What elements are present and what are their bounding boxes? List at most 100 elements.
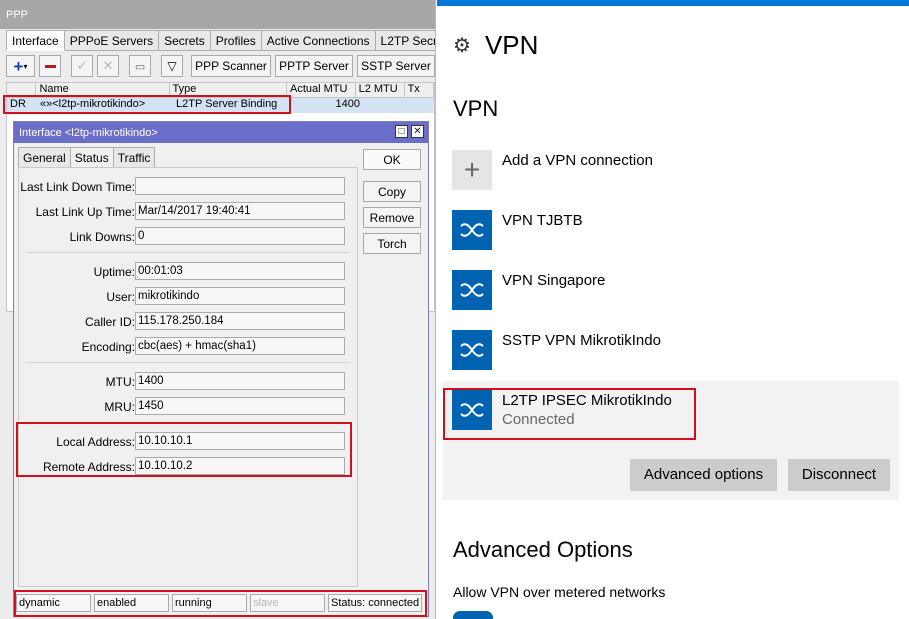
interface-dialog: Interface <l2tp-mikrotikindo> □ ✕ Genera… [13,121,429,617]
vpn-name: VPN TJBTB [502,212,583,229]
check-icon: ✓ [76,58,88,73]
row-l2-mtu [363,98,413,113]
encoding-row: Encoding: cbc(aes) + hmac(sha1) [19,337,359,355]
filter-button[interactable]: ▽ [161,55,184,77]
last-link-down-label: Last Link Down Time: [20,180,135,194]
filter-icon: ▽ [167,59,177,73]
advanced-options-button[interactable]: Advanced options [630,459,777,491]
link-downs-field: 0 [135,227,345,245]
remove-dialog-button[interactable]: Remove [363,207,421,228]
highlight-status-bar [14,590,427,617]
mru-label: MRU: [104,400,135,414]
copy-button[interactable]: Copy [363,181,421,202]
page-title-text: VPN [484,30,539,60]
last-link-up-row: Last Link Up Time: Mar/14/2017 19:40:41 [19,202,359,220]
status-panel: Last Link Down Time: Last Link Up Time: … [18,167,358,587]
mru-row: MRU: 1450 [19,397,359,415]
tab-status[interactable]: Status [70,147,114,168]
section-heading: VPN [453,96,499,121]
caller-id-label: Caller ID: [84,315,135,329]
ppp-toolbar: + ▾ ✓ ✕ ▭ ▽ PPP Scanner PPTP Server SSTP … [6,52,435,80]
vpn-item-sstp[interactable]: SSTP VPN MikrotikIndo [452,330,661,370]
last-link-down-field [135,177,345,195]
comment-button[interactable]: ▭ [129,55,152,77]
add-vpn-connection[interactable]: + Add a VPN connection [452,150,653,190]
dialog-title: Interface <l2tp-mikrotikindo> □ ✕ [14,122,428,143]
col-tx[interactable]: Tx [405,83,435,97]
highlight-addresses [16,422,352,477]
plus-icon: + [13,56,24,76]
ppp-tabs: Interface PPPoE Servers Secrets Profiles… [6,30,435,51]
dialog-tabs: General Status Traffic [18,147,156,168]
user-field: mikrotikindo [135,287,345,305]
link-downs-row: Link Downs: 0 [19,227,359,245]
tab-pppoe-servers[interactable]: PPPoE Servers [64,30,160,51]
close-icon[interactable]: ✕ [411,125,424,138]
cross-icon: ✕ [102,58,114,73]
disable-button[interactable]: ✕ [97,55,120,77]
tab-active-connections[interactable]: Active Connections [261,30,376,51]
tab-interface[interactable]: Interface [6,30,65,51]
row-actual-mtu: 1400 [335,98,360,110]
col-actual-mtu[interactable]: Actual MTU [287,83,356,97]
tab-secrets[interactable]: Secrets [159,30,211,51]
ppp-scanner-button[interactable]: PPP Scanner [191,55,271,77]
add-button[interactable]: + ▾ [6,55,36,77]
metered-toggle[interactable] [453,611,493,619]
link-downs-label: Link Downs: [69,230,135,244]
dialog-title-text: Interface <l2tp-mikrotikindo> [19,127,158,139]
mtu-field: 1400 [135,372,345,390]
ppp-title: PPP [0,0,435,29]
maximize-icon[interactable]: □ [395,125,408,138]
col-l2-mtu[interactable]: L2 MTU [356,83,405,97]
pptp-server-button[interactable]: PPTP Server [274,55,353,77]
metered-networks-label: Allow VPN over metered networks [453,584,666,600]
last-link-up-label: Last Link Up Time: [35,205,135,219]
encoding-label: Encoding: [81,340,135,354]
plus-icon: + [452,150,492,190]
vpn-name: VPN Singapore [502,272,606,289]
vpn-icon [452,210,492,250]
accent-bar [437,0,909,6]
ppp-window: PPP Interface PPPoE Servers Secrets Prof… [0,0,436,619]
last-link-up-field: Mar/14/2017 19:40:41 [135,202,345,220]
remove-button[interactable] [39,55,62,77]
vpn-settings: ⚙ VPN VPN + Add a VPN connection VPN TJB… [437,0,909,619]
user-row: User: mikrotikindo [19,287,359,305]
vpn-item-tjbtb[interactable]: VPN TJBTB [452,210,583,250]
uptime-row: Uptime: 00:01:03 [19,262,359,280]
highlight-connected-vpn [443,388,696,440]
vpn-item-singapore[interactable]: VPN Singapore [452,270,605,310]
user-label: User: [106,290,135,304]
last-link-down-row: Last Link Down Time: [19,177,359,195]
encoding-field: cbc(aes) + hmac(sha1) [135,337,345,355]
tab-general[interactable]: General [18,147,71,168]
mru-field: 1450 [135,397,345,415]
uptime-label: Uptime: [93,265,135,279]
gear-icon: ⚙ [453,35,471,57]
tab-traffic[interactable]: Traffic [113,147,156,168]
sstp-server-button[interactable]: SSTP Server [356,55,435,77]
enable-button[interactable]: ✓ [71,55,94,77]
minus-icon [44,64,56,68]
advanced-options-heading: Advanced Options [453,537,633,562]
caller-id-row: Caller ID: 115.178.250.184 [19,312,359,330]
tab-profiles[interactable]: Profiles [210,30,262,51]
caller-id-field: 115.178.250.184 [135,312,345,330]
vpn-icon [452,330,492,370]
mtu-label: MTU: [105,375,135,389]
vpn-name: SSTP VPN MikrotikIndo [502,332,661,349]
uptime-field: 00:01:03 [135,262,345,280]
tab-l2tp-secrets[interactable]: L2TP Secrets [375,30,435,51]
torch-button[interactable]: Torch [363,233,421,254]
comment-icon: ▭ [134,60,146,73]
ok-button[interactable]: OK [363,149,421,170]
mtu-row: MTU: 1400 [19,372,359,390]
page-title: ⚙ VPN [453,30,538,61]
divider [25,362,351,363]
disconnect-button[interactable]: Disconnect [788,459,890,491]
dropdown-arrow-icon: ▾ [23,61,28,71]
highlight-row [3,95,291,114]
vpn-icon [452,270,492,310]
divider [25,252,351,253]
